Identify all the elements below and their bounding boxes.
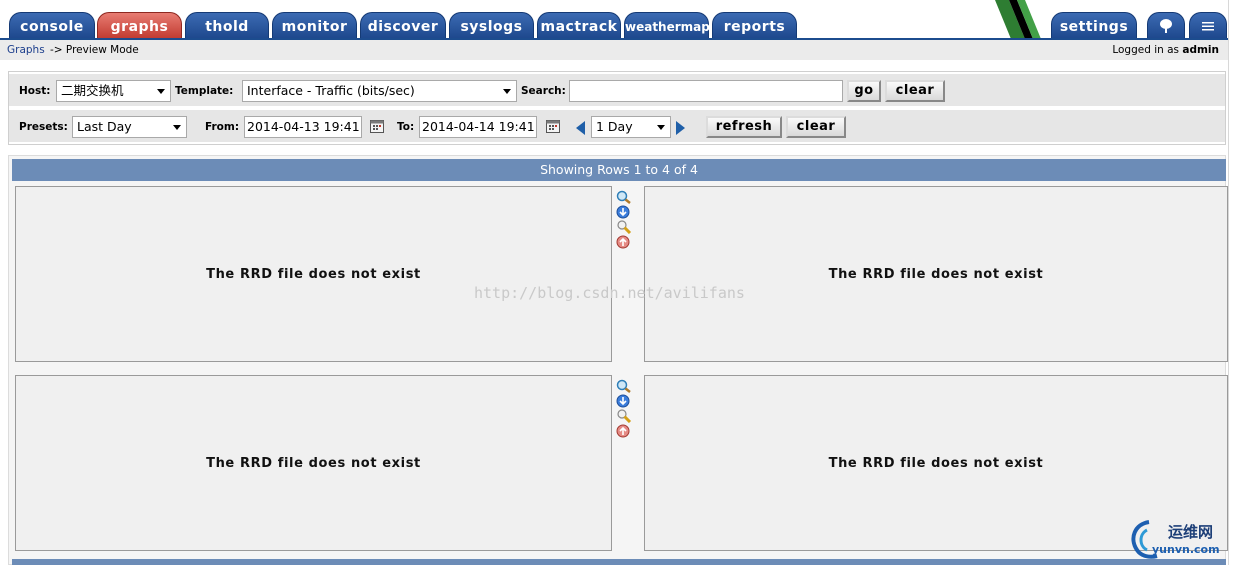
login-prefix: Logged in as xyxy=(1112,44,1180,56)
to-date-input[interactable]: 2014-04-14 19:41 xyxy=(419,116,537,138)
tab-thold[interactable]: thold xyxy=(185,12,269,39)
presets-select-value: Last Day xyxy=(77,119,132,134)
timespan-select-value: 1 Day xyxy=(596,119,633,134)
list-icon xyxy=(1202,22,1214,31)
bottom-status-bar xyxy=(12,559,1226,565)
top-navigation: console graphs thold monitor discover sy… xyxy=(0,0,1233,40)
graph-filter-panel: Host: 二期交换机 Template: Interface - Traffi… xyxy=(8,71,1226,145)
tab-discover[interactable]: discover xyxy=(360,12,446,39)
to-label: To: xyxy=(397,121,415,133)
host-select[interactable]: 二期交换机 xyxy=(56,80,171,102)
from-date-input[interactable]: 2014-04-13 19:41 xyxy=(244,116,362,138)
move-up-icon[interactable] xyxy=(616,235,632,249)
login-user: admin xyxy=(1182,44,1219,56)
tree-icon xyxy=(1160,19,1172,33)
calendar-icon[interactable] xyxy=(370,120,384,133)
tab-syslogs[interactable]: syslogs xyxy=(449,12,534,39)
tab-settings[interactable]: settings xyxy=(1051,12,1137,39)
zoom-icon[interactable] xyxy=(616,379,632,393)
tab-monitor[interactable]: monitor xyxy=(272,12,357,39)
template-select[interactable]: Interface - Traffic (bits/sec) xyxy=(242,80,517,102)
download-csv-icon[interactable] xyxy=(616,394,632,408)
chevron-down-icon xyxy=(173,125,181,130)
calendar-icon[interactable] xyxy=(546,120,560,133)
template-label: Template: xyxy=(175,85,234,97)
tab-graphs[interactable]: graphs xyxy=(97,12,182,39)
host-select-value: 二期交换机 xyxy=(61,83,124,98)
presets-select[interactable]: Last Day xyxy=(72,116,187,138)
tab-mactrack[interactable]: mactrack xyxy=(537,12,621,39)
from-label: From: xyxy=(205,121,240,133)
breadcrumb-graphs-link[interactable]: Graphs xyxy=(7,44,45,56)
move-up-icon[interactable] xyxy=(616,424,632,438)
chevron-down-icon xyxy=(157,89,165,94)
watermark-text: http://blog.csdn.net/avilifans xyxy=(474,284,745,302)
chevron-down-icon xyxy=(657,125,665,130)
presets-label: Presets: xyxy=(19,121,68,133)
shift-right-arrow-icon[interactable] xyxy=(676,121,685,135)
shift-left-arrow-icon[interactable] xyxy=(576,121,585,135)
resize-grip-icon[interactable]: ⋮ xyxy=(1229,285,1233,295)
download-csv-icon[interactable] xyxy=(616,205,632,219)
refresh-button[interactable]: refresh xyxy=(706,116,782,138)
template-select-value: Interface - Traffic (bits/sec) xyxy=(247,83,415,98)
clear-filter-button[interactable]: clear xyxy=(885,80,945,102)
tab-weathermap[interactable]: weathermap xyxy=(624,12,710,39)
graph-panel[interactable]: The RRD file does not exist xyxy=(644,186,1228,362)
graph-panel[interactable]: The RRD file does not exist xyxy=(15,375,612,551)
zoom-icon[interactable] xyxy=(616,190,632,204)
list-view-tab[interactable] xyxy=(1189,12,1227,39)
breadcrumb: Graphs -> Preview Mode Logged in as admi… xyxy=(0,40,1233,60)
window-right-edge xyxy=(1228,0,1233,565)
tab-console[interactable]: console xyxy=(9,12,95,39)
properties-icon[interactable] xyxy=(616,409,632,423)
tab-reports[interactable]: reports xyxy=(712,12,797,39)
filter-row-timespan: Presets: Last Day From: 2014-04-13 19:41… xyxy=(9,110,1225,142)
logo-chinese-text: 运维网 xyxy=(1168,523,1214,541)
go-button[interactable]: go xyxy=(847,80,881,102)
properties-icon[interactable] xyxy=(616,220,632,234)
timespan-select[interactable]: 1 Day xyxy=(591,116,671,138)
decorative-stripe xyxy=(995,0,1041,39)
tree-view-tab[interactable] xyxy=(1147,12,1185,39)
rows-status-bar: Showing Rows 1 to 4 of 4 xyxy=(12,159,1226,181)
logo-domain-text: yunvn.com xyxy=(1152,543,1220,556)
clear-timespan-button[interactable]: clear xyxy=(786,116,846,138)
login-status: Logged in as admin xyxy=(1112,44,1219,56)
search-label: Search: xyxy=(521,85,566,97)
search-input[interactable] xyxy=(569,80,843,102)
breadcrumb-current: -> Preview Mode xyxy=(50,44,139,56)
graph-panel[interactable]: The RRD file does not exist xyxy=(15,186,612,362)
host-label: Host: xyxy=(19,85,51,97)
filter-row-host: Host: 二期交换机 Template: Interface - Traffi… xyxy=(9,74,1225,106)
chevron-down-icon xyxy=(503,89,511,94)
